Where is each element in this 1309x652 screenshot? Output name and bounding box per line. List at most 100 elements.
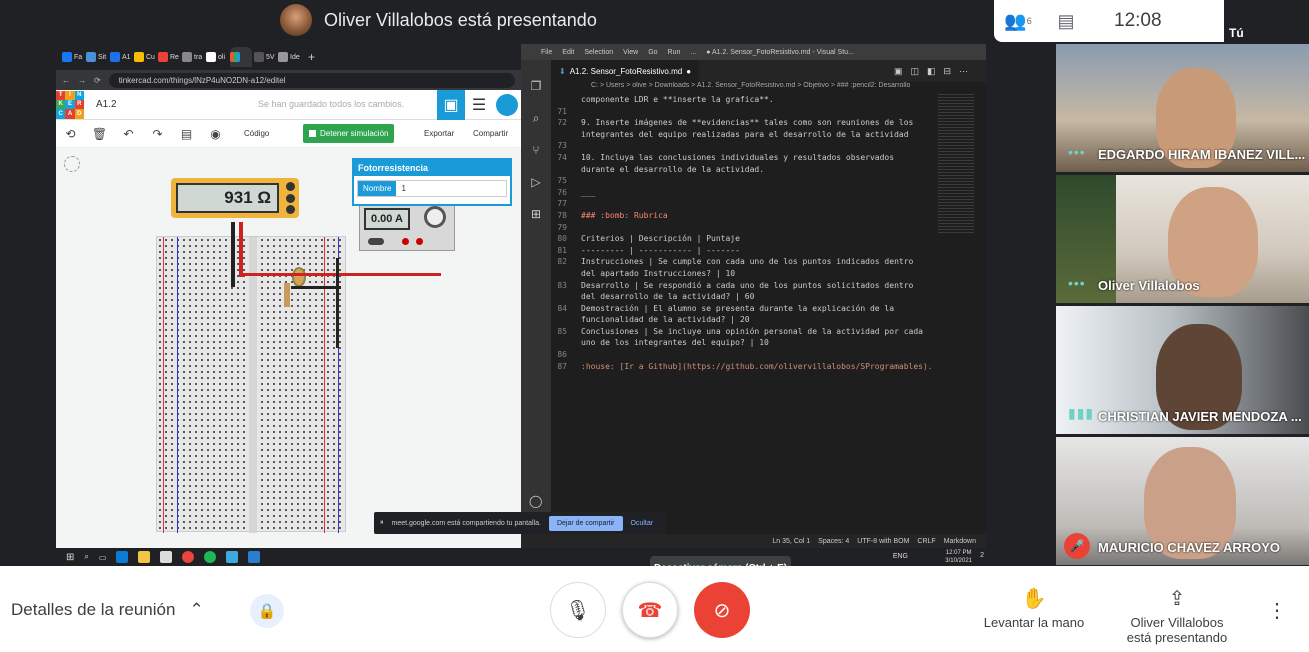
- editor-tab[interactable]: ⬇ A1.2. Sensor_FotoResistivo.md ●: [551, 60, 700, 82]
- code-line[interactable]: 73: [551, 140, 936, 152]
- code-button[interactable]: Código: [244, 129, 269, 138]
- code-line[interactable]: 71: [551, 106, 936, 118]
- power-supply-knob[interactable]: [424, 206, 446, 228]
- code-line[interactable]: del apartado Instrucciones? | 10: [551, 268, 936, 280]
- microphone-button[interactable]: 🎙: [550, 582, 606, 638]
- menu-more[interactable]: ...: [690, 49, 696, 56]
- code-line[interactable]: 85 Conclusiones | Se incluye una opinión …: [551, 326, 936, 338]
- design-title[interactable]: A1.2: [96, 99, 117, 110]
- spotify-icon[interactable]: [204, 551, 217, 563]
- power-supply[interactable]: 0.00 A: [359, 201, 455, 251]
- list-view-icon[interactable]: ☰: [465, 90, 493, 120]
- multimeter[interactable]: 931 Ω: [171, 178, 299, 218]
- code-line[interactable]: 80 Criterios | Descripción | Puntaje: [551, 233, 936, 245]
- url-field[interactable]: tinkercad.com/things/lNzP4uNO2DN-a12/edi…: [108, 72, 515, 88]
- menu-selection[interactable]: Selection: [584, 49, 613, 56]
- code-line[interactable]: 74 10. Incluya las conclusiones individua…: [551, 152, 936, 164]
- search-icon[interactable]: ⌕: [521, 102, 551, 134]
- browser-tab[interactable]: A1: [110, 47, 132, 67]
- code-line[interactable]: 86: [551, 349, 936, 361]
- browser-tab[interactable]: Ide: [278, 47, 300, 67]
- code-line[interactable]: 75: [551, 175, 936, 187]
- menu-file[interactable]: File: [541, 49, 552, 56]
- name-field[interactable]: Nombre 1: [357, 180, 507, 197]
- code-line[interactable]: 81 --------- | ----------- | -------: [551, 245, 936, 257]
- menu-go[interactable]: Go: [648, 49, 657, 56]
- editor-actions[interactable]: ▣◫◧⊟⋯: [894, 66, 986, 77]
- code-line[interactable]: 87:house: [Ir a Github](https://github.c…: [551, 361, 936, 373]
- notification-badge[interactable]: 2: [980, 552, 984, 559]
- edge-icon[interactable]: [116, 551, 129, 563]
- photoresistor[interactable]: [292, 267, 306, 287]
- present-now-button[interactable]: ⇪ Oliver Villalobos está presentando: [1118, 586, 1236, 645]
- chrome-icon[interactable]: [182, 551, 195, 563]
- zoom-fit-icon[interactable]: [64, 156, 80, 172]
- code-editor[interactable]: componente LDR e **inserte la grafica**.…: [551, 94, 936, 534]
- code-line[interactable]: durante el desarrollo de la actividad.: [551, 164, 936, 176]
- browser-tab[interactable]: Sit: [86, 47, 108, 67]
- stop-sharing-button[interactable]: Dejar de compartir: [548, 515, 623, 531]
- minimap[interactable]: [938, 94, 974, 234]
- browser-tab[interactable]: 5V: [254, 47, 276, 67]
- new-tab-button[interactable]: +: [308, 50, 315, 64]
- breadboard[interactable]: [156, 236, 346, 533]
- task-view-icon[interactable]: ▭: [99, 553, 107, 562]
- code-line[interactable]: uno de los integrantes del equipo? | 10: [551, 337, 936, 349]
- code-line[interactable]: funcionalidad de la actividad? | 20: [551, 314, 936, 326]
- browser-tab[interactable]: Cu: [134, 47, 156, 67]
- code-line[interactable]: 82 Instrucciones | Se cumple con cada uno…: [551, 256, 936, 268]
- more-options-icon[interactable]: ⋮: [1267, 598, 1287, 623]
- code-line[interactable]: 77: [551, 198, 936, 210]
- redo-icon[interactable]: ↷: [143, 127, 172, 141]
- language-indicator[interactable]: ENG: [893, 553, 908, 560]
- code-line[interactable]: 84 Demostración | El alumno se presenta d…: [551, 303, 936, 315]
- rotate-icon[interactable]: ⟲: [56, 127, 85, 141]
- chat-button[interactable]: ▤: [1042, 0, 1090, 42]
- line-ending[interactable]: CRLF: [917, 538, 935, 545]
- security-shield-icon[interactable]: 🔒: [250, 594, 284, 628]
- indent-setting[interactable]: Spaces: 4: [818, 538, 849, 545]
- meeting-details-button[interactable]: Detalles de la reunión ⌃: [11, 600, 204, 620]
- code-line[interactable]: 72 9. Inserte imágenes de **evidencias** …: [551, 117, 936, 129]
- code-line[interactable]: 76 ___: [551, 187, 936, 199]
- circuit-canvas[interactable]: 931 Ω 0.00 A Fotorresistencia Nombre 1: [56, 148, 521, 548]
- user-avatar[interactable]: [493, 90, 521, 120]
- code-line[interactable]: componente LDR e **inserte la grafica**.: [551, 94, 936, 106]
- account-icon[interactable]: ◯: [529, 494, 542, 508]
- code-line[interactable]: 79: [551, 222, 936, 234]
- run-icon[interactable]: ▷: [521, 166, 551, 198]
- menu-run[interactable]: Run: [668, 49, 681, 56]
- delete-icon[interactable]: 🗑: [85, 127, 114, 141]
- forward-icon[interactable]: →: [78, 76, 86, 85]
- resistor[interactable]: [284, 283, 290, 307]
- file-explorer-icon[interactable]: [138, 551, 151, 563]
- name-value[interactable]: 1: [396, 181, 410, 196]
- camera-button[interactable]: ⊘: [694, 582, 750, 638]
- participant-tile[interactable]: ▮▮▮ CHRISTIAN JAVIER MENDOZA ...: [1056, 306, 1309, 434]
- share-button[interactable]: Compartir: [473, 129, 508, 138]
- participant-tile[interactable]: ••• Oliver Villalobos: [1056, 175, 1309, 303]
- circuit-view-icon[interactable]: ▣: [437, 90, 465, 120]
- menu-view[interactable]: View: [623, 49, 638, 56]
- notes-icon[interactable]: ▤: [172, 127, 201, 141]
- back-icon[interactable]: ←: [62, 76, 70, 85]
- browser-tab[interactable]: Fa: [62, 47, 84, 67]
- browser-tab[interactable]: Re: [158, 47, 180, 67]
- windows-start-icon[interactable]: ⊞: [66, 552, 74, 563]
- app-icon[interactable]: [226, 551, 239, 563]
- undo-icon[interactable]: ↶: [114, 127, 143, 141]
- participant-tile[interactable]: ••• EDGARDO HIRAM IBANEZ VILL...: [1056, 44, 1309, 172]
- browser-tab-active[interactable]: [230, 47, 252, 67]
- code-line[interactable]: del desarrollo de la actividad? | 60: [551, 291, 936, 303]
- code-line[interactable]: 78 ### :bomb: Rubrica: [551, 210, 936, 222]
- encoding[interactable]: UTF-8 with BOM: [857, 538, 909, 545]
- browser-tab[interactable]: oli: [206, 47, 228, 67]
- vscode-icon[interactable]: [248, 551, 261, 563]
- menu-edit[interactable]: Edit: [562, 49, 574, 56]
- search-icon[interactable]: ⌕: [84, 552, 88, 562]
- cursor-position[interactable]: Ln 35, Col 1: [772, 538, 810, 545]
- breadcrumb[interactable]: C: > Users > olive > Downloads > A1.2. S…: [551, 82, 986, 94]
- source-control-icon[interactable]: ⑂: [521, 134, 551, 166]
- store-icon[interactable]: [160, 551, 173, 563]
- stop-simulation-button[interactable]: Detener simulación: [303, 124, 395, 143]
